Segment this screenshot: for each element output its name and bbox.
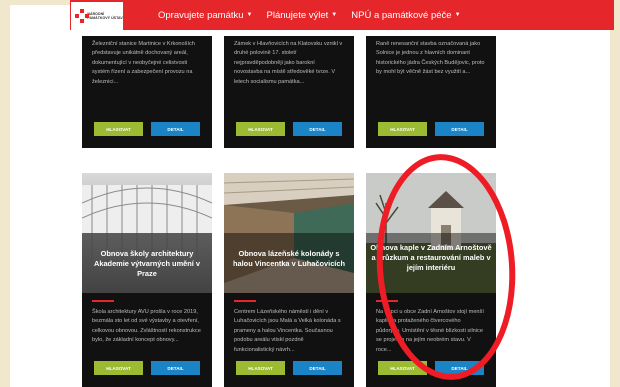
monument-card: Zámek v Hlavňovicích na Klatovsku vznikl… [224, 36, 354, 148]
vote-button[interactable]: HLASOVAT [236, 122, 285, 136]
card-description: Raně renesanční stavba označovaná jako S… [376, 41, 485, 76]
detail-button[interactable]: DETAIL [435, 122, 484, 136]
card-title: Obnova lázeňské kolonády s halou Vincent… [233, 249, 345, 268]
monument-card: Železniční stanice Martinice v Krkonošíc… [82, 36, 212, 148]
card-actions: HLASOVAT DETAIL [82, 361, 212, 375]
title-divider [234, 300, 256, 302]
menu-opravujete-pamatku[interactable]: Opravujete památku ▼ [158, 10, 253, 21]
caret-down-icon: ▼ [246, 12, 253, 18]
monument-card: Raně renesanční stavba označovaná jako S… [366, 36, 496, 148]
menu-label: NPÚ a památkové péče [351, 9, 452, 21]
card-description: Zámek v Hlavňovicích na Klatovsku vznikl… [234, 41, 343, 85]
title-divider [92, 300, 114, 302]
menu-planujete-vylet[interactable]: Plánujete výlet ▼ [267, 10, 338, 21]
monument-card: Obnova lázeňské kolonády s halou Vincent… [224, 173, 354, 387]
monument-card: Obnova školy architektury Akademie výtva… [82, 173, 212, 387]
detail-button[interactable]: DETAIL [293, 122, 342, 136]
detail-button[interactable]: DETAIL [151, 361, 200, 375]
card-actions: HLASOVAT DETAIL [224, 122, 354, 136]
card-actions: HLASOVAT DETAIL [82, 122, 212, 136]
vote-button[interactable]: HLASOVAT [236, 361, 285, 375]
card-photo[interactable]: Obnova lázeňské kolonády s halou Vincent… [224, 173, 354, 293]
card-actions: HLASOVAT DETAIL [224, 361, 354, 375]
logo-text: NÁRODNÍ PAMÁTKOVÝ ÚSTAV [87, 12, 123, 20]
card-title: Obnova školy architektury Akademie výtva… [94, 249, 200, 278]
menu-label: Opravujete památku [158, 9, 244, 21]
caret-down-icon: ▼ [331, 12, 338, 18]
detail-button[interactable]: DETAIL [293, 361, 342, 375]
caret-down-icon: ▼ [454, 12, 461, 18]
top-navigation: Opravujete památku ▼ Plánujete výlet ▼ N… [70, 0, 614, 30]
vote-button[interactable]: HLASOVAT [94, 361, 143, 375]
logo-mark-icon [75, 9, 89, 23]
card-description: Centrem Lázeňského náměstí i dění v Luha… [234, 309, 341, 353]
detail-button[interactable]: DETAIL [151, 122, 200, 136]
vote-button[interactable]: HLASOVAT [378, 122, 427, 136]
vote-button[interactable]: HLASOVAT [94, 122, 143, 136]
card-description: Železniční stanice Martinice v Krkonošíc… [92, 41, 195, 85]
colonnade-photo [224, 173, 354, 293]
menu-npu-pamatkove-pece[interactable]: NPÚ a památkové péče ▼ [351, 10, 460, 21]
card-description: Škola architektury AVU prošla v roce 201… [92, 309, 201, 344]
card-photo[interactable]: Obnova školy architektury Akademie výtva… [82, 173, 212, 293]
card-actions: HLASOVAT DETAIL [366, 122, 496, 136]
menu-label: Plánujete výlet [266, 9, 329, 21]
main-menu: Opravujete památku ▼ Plánujete výlet ▼ N… [158, 0, 461, 30]
npu-logo[interactable]: NÁRODNÍ PAMÁTKOVÝ ÚSTAV [71, 2, 123, 30]
